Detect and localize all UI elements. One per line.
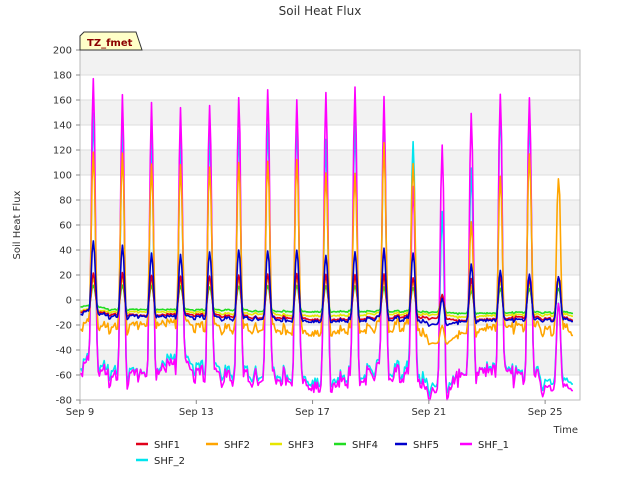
x-tick-label: Sep 25 xyxy=(528,407,563,418)
y-tick-label: 80 xyxy=(59,196,72,207)
y-tick-label: 180 xyxy=(53,71,72,82)
y-tick-label: -20 xyxy=(56,321,72,332)
grid-band xyxy=(80,250,580,275)
y-tick-label: 120 xyxy=(53,146,72,157)
site-badge-label: TZ_fmet xyxy=(87,38,133,49)
x-tick-label: Sep 9 xyxy=(66,407,94,418)
y-tick-label: 100 xyxy=(53,171,72,182)
y-tick-label: -80 xyxy=(56,396,72,407)
y-tick-label: 20 xyxy=(59,271,72,282)
legend-label: SHF4 xyxy=(352,440,378,451)
x-tick-label: Sep 21 xyxy=(411,407,446,418)
y-tick-label: 200 xyxy=(53,46,72,57)
soil-heat-flux-chart: -80-60-40-20020406080100120140160180200 … xyxy=(12,4,581,467)
legend-label: SHF_2 xyxy=(154,456,185,467)
legend-label: SHF1 xyxy=(154,440,180,451)
x-axis-title: Time xyxy=(553,425,578,436)
chart-title: Soil Heat Flux xyxy=(279,4,362,18)
y-tick-label: 160 xyxy=(53,96,72,107)
legend-label: SHF5 xyxy=(413,440,439,451)
y-tick-label: 60 xyxy=(59,221,72,232)
grid-band xyxy=(80,200,580,225)
y-tick-label: 40 xyxy=(59,246,72,257)
x-axis-ticks: Sep 9 Sep 13 Sep 17 Sep 21 Sep 25 xyxy=(66,400,563,418)
legend: SHF1 SHF2 SHF3 SHF4 SHF5 SHF_1 SHF_2 xyxy=(136,440,509,467)
y-tick-label: -60 xyxy=(56,371,72,382)
legend-label: SHF_1 xyxy=(478,440,509,451)
legend-label: SHF3 xyxy=(288,440,314,451)
y-tick-label: 140 xyxy=(53,121,72,132)
y-axis-ticks: -80 -60 -40 -20 0 20 40 60 80 100 120 140 160 180 200 xyxy=(53,46,80,407)
x-tick-label: Sep 17 xyxy=(295,407,330,418)
y-axis-title: Soil Heat Flux xyxy=(12,190,23,259)
grid-band xyxy=(80,100,580,125)
grid-band xyxy=(80,150,580,175)
legend-label: SHF2 xyxy=(224,440,250,451)
x-tick-label: Sep 13 xyxy=(179,407,214,418)
grid-band xyxy=(80,50,580,75)
y-tick-label: -40 xyxy=(56,346,72,357)
y-tick-label: 0 xyxy=(66,296,72,307)
site-badge: TZ_fmet xyxy=(79,31,143,51)
